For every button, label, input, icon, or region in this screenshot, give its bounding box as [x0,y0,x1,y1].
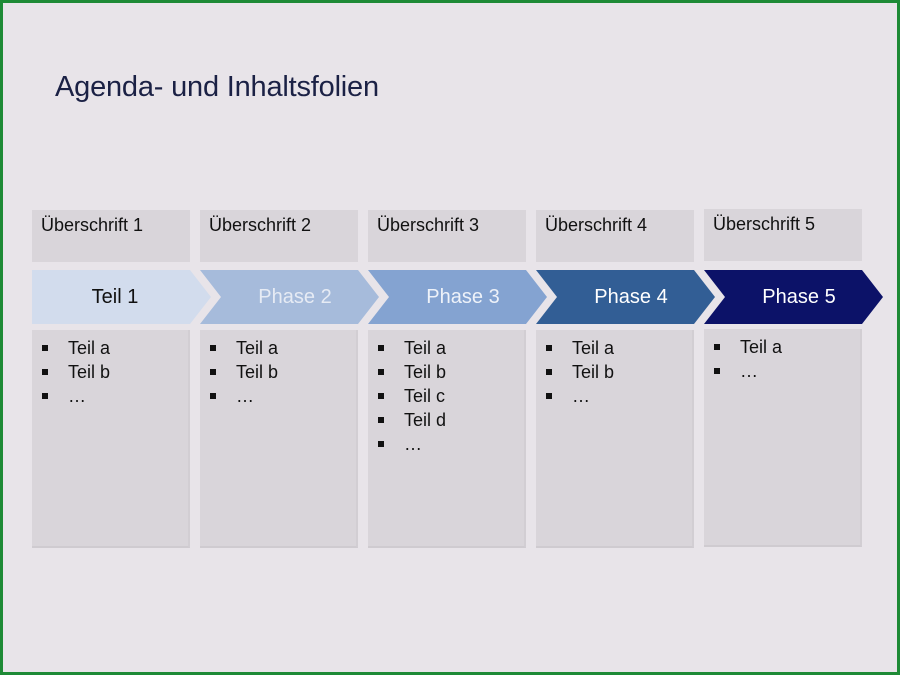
square-bullet-icon [714,344,720,350]
list-item: Teil b [544,360,692,384]
list-item-text: Teil b [572,362,615,382]
list-item-text: Teil b [404,362,447,382]
square-bullet-icon [378,345,384,351]
list-item-text: Teil a [236,338,279,358]
list-item: Teil a [208,336,356,360]
list-item: Teil a [40,336,188,360]
list-item: … [544,384,692,408]
column-body-4: Teil a Teil b … [536,330,694,548]
bullet-list: Teil a Teil b … [208,336,356,408]
bullet-list: Teil a … [712,335,860,383]
square-bullet-icon [546,369,552,375]
square-bullet-icon [210,369,216,375]
list-item: Teil b [376,360,524,384]
list-item-text: Teil c [404,386,446,406]
list-item-text: Teil a [572,338,615,358]
column-body-1: Teil a Teil b … [32,330,190,548]
list-item-text: … [404,434,422,454]
list-item-text: … [572,386,590,406]
phase-label-3: Phase 3 [426,286,500,308]
list-item: … [712,359,860,383]
phase-label-5: Phase 5 [762,286,836,308]
square-bullet-icon [378,369,384,375]
column-body-3: Teil a Teil b Teil c Teil d … [368,330,526,548]
list-item-text: … [68,386,86,406]
square-bullet-icon [42,345,48,351]
list-item-text: Teil d [404,410,447,430]
list-item: Teil d [376,408,524,432]
bullet-list: Teil a Teil b … [40,336,188,408]
list-item-text: Teil a [740,337,783,357]
column-body-5: Teil a … [704,329,862,547]
square-bullet-icon [546,345,552,351]
list-item-text: Teil b [236,362,279,382]
square-bullet-icon [378,441,384,447]
square-bullet-icon [210,393,216,399]
list-item: Teil a [712,335,860,359]
bullet-list: Teil a Teil b Teil c Teil d … [376,336,524,456]
slide: Agenda- und Inhaltsfolien Überschrift 1 … [3,3,897,672]
list-item: … [208,384,356,408]
phase-label-4: Phase 4 [594,286,668,308]
list-item-text: Teil a [404,338,447,358]
list-item: Teil c [376,384,524,408]
list-item: Teil b [208,360,356,384]
phase-label-2: Phase 2 [258,286,332,308]
square-bullet-icon [714,368,720,374]
bullet-list: Teil a Teil b … [544,336,692,408]
square-bullet-icon [210,345,216,351]
list-item: Teil b [40,360,188,384]
square-bullet-icon [42,369,48,375]
column-body-2: Teil a Teil b … [200,330,358,548]
list-item-text: … [740,361,758,381]
list-item-text: Teil b [68,362,111,382]
phase-label-1: Teil 1 [91,286,139,308]
list-item: Teil a [544,336,692,360]
list-item: … [376,432,524,456]
square-bullet-icon [546,393,552,399]
square-bullet-icon [42,393,48,399]
square-bullet-icon [378,393,384,399]
list-item-text: Teil a [68,338,111,358]
list-item: Teil a [376,336,524,360]
list-item-text: … [236,386,254,406]
list-item: … [40,384,188,408]
square-bullet-icon [378,417,384,423]
